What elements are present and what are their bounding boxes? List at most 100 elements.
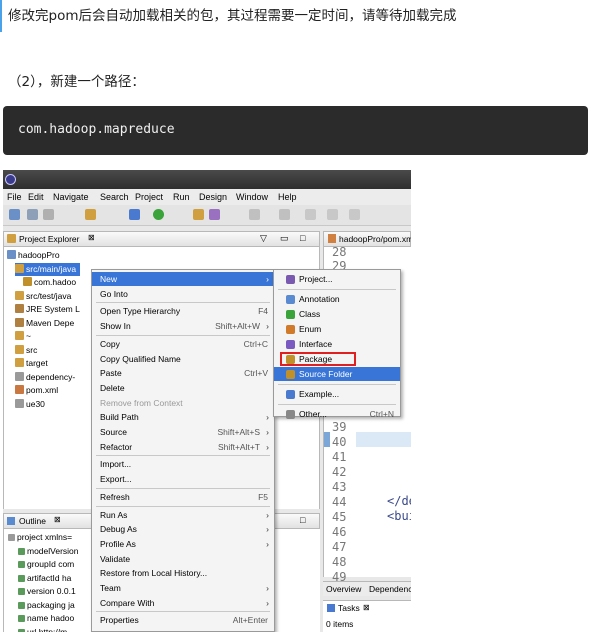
console-icon[interactable] xyxy=(129,209,140,220)
close-view-icon[interactable]: ⊠ xyxy=(88,233,95,242)
tree-item[interactable]: hadoopPro xyxy=(7,249,60,262)
menu-item-label: Paste xyxy=(100,368,122,379)
prev-annotation-icon[interactable] xyxy=(279,209,290,220)
menu-item-build-path[interactable]: Build Path › xyxy=(92,410,274,424)
outline-maximize-icon[interactable]: □ xyxy=(300,515,305,525)
menu-design[interactable]: Design xyxy=(199,192,227,202)
tree-item[interactable]: pom.xml xyxy=(15,384,58,397)
outline-item[interactable]: version 0.0.1 xyxy=(18,585,76,598)
menu-item-run-as[interactable]: Run As › xyxy=(92,508,274,522)
tree-item[interactable]: JRE System L xyxy=(15,303,80,316)
menu-item-copy-qualified-name[interactable]: Copy Qualified Name xyxy=(92,352,274,366)
project-explorer-title[interactable]: Project Explorer xyxy=(19,234,79,244)
menu-item-delete[interactable]: Delete xyxy=(92,381,274,395)
menu-item-debug-as[interactable]: Debug As › xyxy=(92,522,274,536)
outline-title[interactable]: Outline xyxy=(19,516,46,526)
submenu-item-project[interactable]: Project... xyxy=(274,272,400,286)
tree-item[interactable]: ue30 xyxy=(15,398,45,411)
submenu-item-example[interactable]: Example... xyxy=(274,387,400,401)
tree-item-icon xyxy=(15,304,24,313)
open-folder-icon[interactable] xyxy=(193,209,204,220)
menu-run[interactable]: Run xyxy=(173,192,190,202)
menu-search[interactable]: Search xyxy=(100,192,129,202)
menu-item-team[interactable]: Team › xyxy=(92,581,274,595)
submenu-item-other[interactable]: Other... Ctrl+N xyxy=(274,407,400,421)
menu-item-source[interactable]: Source Shift+Alt+S › xyxy=(92,425,274,439)
menu-item-copy[interactable]: Copy Ctrl+C xyxy=(92,337,274,351)
menu-file[interactable]: File xyxy=(7,192,22,202)
tree-item[interactable]: dependency- xyxy=(15,371,75,384)
menu-item-compare-with[interactable]: Compare With › xyxy=(92,596,274,610)
eclipse-screenshot: File Edit Navigate Search Project Run Design Wi… xyxy=(3,170,411,632)
menu-item-validate[interactable]: Validate xyxy=(92,552,274,566)
menu-item-properties[interactable]: Properties Alt+Enter xyxy=(92,613,274,627)
outline-item[interactable]: project xmlns= xyxy=(8,531,72,544)
outline-item[interactable]: modelVersion xyxy=(18,545,79,558)
submenu-arrow-icon: › xyxy=(266,583,269,593)
new-icon[interactable] xyxy=(9,209,20,220)
menu-item-refresh[interactable]: Refresh F5 xyxy=(92,490,274,504)
view-menu-icon[interactable]: ▽ xyxy=(260,233,267,244)
menu-item-label: Export... xyxy=(100,474,132,485)
submenu-item-label: Annotation xyxy=(299,294,340,304)
menu-item-remove-from-context[interactable]: Remove from Context xyxy=(92,396,274,410)
line-number: 41 xyxy=(332,450,347,464)
line-number: 28 xyxy=(332,245,347,259)
menu-item-shortcut: Shift+Alt+T xyxy=(217,441,260,452)
search-tool-icon[interactable] xyxy=(209,209,220,220)
submenu-item-package[interactable]: Package xyxy=(280,352,356,366)
submenu-item-label: Enum xyxy=(299,324,322,334)
minimize-icon[interactable]: ▭ xyxy=(280,233,289,244)
forward-icon[interactable] xyxy=(327,209,338,220)
navigate-icon[interactable] xyxy=(349,209,360,220)
submenu-item-interface[interactable]: Interface xyxy=(274,337,400,351)
submenu-item-source-folder[interactable]: Source Folder xyxy=(274,367,400,381)
menu-item-paste[interactable]: Paste Ctrl+V xyxy=(92,366,274,380)
back-icon[interactable] xyxy=(305,209,316,220)
tree-item[interactable]: src/test/java xyxy=(15,290,71,303)
menu-project[interactable]: Project xyxy=(135,192,163,202)
outline-item[interactable]: name hadoo xyxy=(18,612,74,625)
menu-item-go-into[interactable]: Go Into xyxy=(92,287,274,301)
next-annotation-icon[interactable] xyxy=(249,209,260,220)
menu-separator xyxy=(96,334,270,336)
menu-item-profile-as[interactable]: Profile As › xyxy=(92,537,274,551)
menu-navigate[interactable]: Navigate xyxy=(53,192,89,202)
menu-window[interactable]: Window xyxy=(236,192,268,202)
tree-item[interactable]: target xyxy=(15,357,48,370)
tree-item[interactable]: Maven Depe xyxy=(15,317,74,330)
outline-item[interactable]: url http://m xyxy=(18,626,67,632)
print-icon[interactable] xyxy=(85,209,96,220)
tree-item[interactable]: ~ xyxy=(15,330,31,343)
outline-item[interactable]: artifactId ha xyxy=(18,572,71,585)
editor-tab-label: hadoopPro/pom.xm xyxy=(339,234,411,244)
menu-item-show-in[interactable]: Show In Shift+Alt+W › xyxy=(92,319,274,333)
maximize-icon[interactable]: □ xyxy=(300,233,305,243)
dependencies-tab[interactable]: Dependenc xyxy=(369,584,411,594)
submenu-item-annotation[interactable]: Annotation xyxy=(274,292,400,306)
tree-item[interactable]: src xyxy=(15,344,37,357)
menu-item-restore-from-local-history[interactable]: Restore from Local History... xyxy=(92,566,274,580)
submenu-arrow-icon: › xyxy=(266,412,269,423)
tree-item[interactable]: src/main/java xyxy=(15,262,81,276)
menu-edit[interactable]: Edit xyxy=(28,192,44,202)
outline-item[interactable]: groupId com xyxy=(18,558,74,571)
menu-item-open-type-hierarchy[interactable]: Open Type Hierarchy F4 xyxy=(92,304,274,318)
menu-item-export[interactable]: Export... xyxy=(92,472,274,486)
menu-help[interactable]: Help xyxy=(278,192,297,202)
run-icon[interactable] xyxy=(153,209,164,220)
save-icon[interactable] xyxy=(27,209,38,220)
menu-item-new[interactable]: New › xyxy=(92,272,274,286)
tasks-close-icon[interactable]: ⊠ xyxy=(363,603,370,612)
submenu-item-class[interactable]: Class xyxy=(274,307,400,321)
outline-close-icon[interactable]: ⊠ xyxy=(54,515,61,524)
outline-item[interactable]: packaging ja xyxy=(18,599,75,612)
tasks-title[interactable]: Tasks xyxy=(338,603,360,613)
tree-item[interactable]: com.hadoo xyxy=(23,276,76,289)
submenu-item-enum[interactable]: Enum xyxy=(274,322,400,336)
outline-item-label: url http://m xyxy=(27,626,68,632)
menu-item-refactor[interactable]: Refactor Shift+Alt+T › xyxy=(92,440,274,454)
save-all-icon[interactable] xyxy=(43,209,54,220)
menu-item-import[interactable]: Import... xyxy=(92,457,274,471)
overview-tab[interactable]: Overview xyxy=(326,584,361,594)
